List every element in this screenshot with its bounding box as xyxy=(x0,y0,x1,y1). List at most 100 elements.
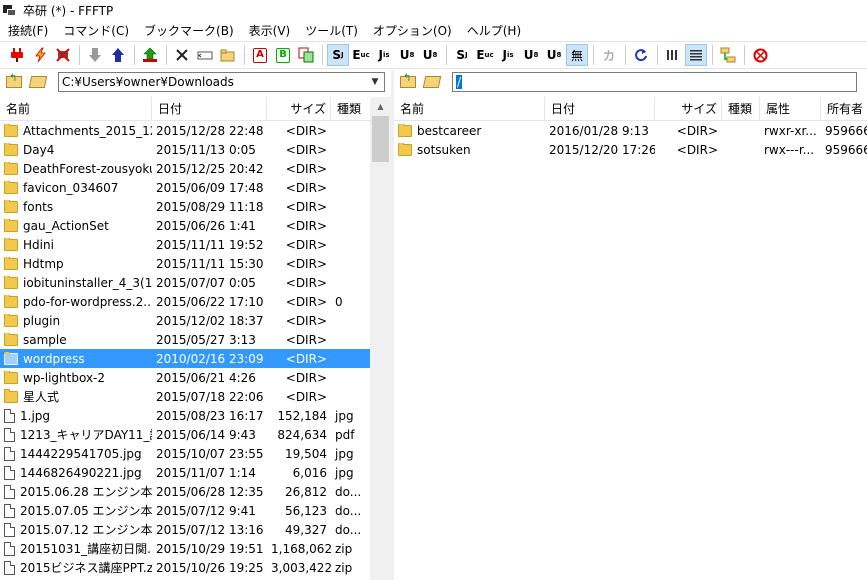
mirror-upload-button[interactable] xyxy=(139,44,161,66)
ascii-mode-button[interactable]: A xyxy=(249,44,271,66)
file-row[interactable]: 2015.06.28 エンジン本ブ... 2015/06/28 12:35 26,8… xyxy=(0,482,370,501)
menu-tools[interactable]: ツール(T) xyxy=(297,22,365,39)
remote-col-size[interactable]: サイズ xyxy=(655,97,722,120)
folder-row[interactable]: gau_ActionSet 2015/06/26 1:41 <DIR> xyxy=(0,216,370,235)
kana-convert-button[interactable]: カ xyxy=(598,44,620,66)
file-name: plugin xyxy=(23,313,61,328)
file-name-cell: Hdtmp xyxy=(0,256,152,271)
folder-row[interactable]: Hdtmp 2015/11/11 15:30 <DIR> xyxy=(0,254,370,273)
local-col-name[interactable]: 名前 xyxy=(0,97,152,120)
remote-kanji-jis-button[interactable]: Jis xyxy=(497,44,519,66)
local-kanji-utf8bom-button[interactable]: U8 xyxy=(419,44,441,66)
menu-help[interactable]: ヘルプ(H) xyxy=(459,22,528,39)
local-path-combobox[interactable]: C:¥Users¥owner¥Downloads ▼ xyxy=(58,72,385,92)
binary-mode-button[interactable]: B xyxy=(272,44,294,66)
connect-button[interactable] xyxy=(6,44,28,66)
remote-parent-folder-button[interactable] xyxy=(398,73,418,91)
folder-row[interactable]: bestcareer 2016/01/28 9:13 <DIR> rwxr-xr...… xyxy=(394,121,867,140)
local-parent-folder-button[interactable] xyxy=(4,73,24,91)
remote-col-date[interactable]: 日付 xyxy=(545,97,655,120)
remote-kanji-euc-button[interactable]: Euc xyxy=(474,44,496,66)
local-col-size[interactable]: サイズ xyxy=(267,97,331,120)
disconnect-button[interactable] xyxy=(52,44,74,66)
arrow-up-icon xyxy=(112,48,124,62)
local-kanji-euc-button[interactable]: Euc xyxy=(350,44,372,66)
remote-kanji-sjis-button[interactable]: SJ xyxy=(451,44,473,66)
file-row[interactable]: 1.jpg 2015/08/23 16:17 152,184 jpg xyxy=(0,406,370,425)
local-kanji-jis-button[interactable]: Jis xyxy=(373,44,395,66)
file-row[interactable]: 2015.07.05 エンジン本ブ... 2015/07/12 9:41 56,12… xyxy=(0,501,370,520)
folder-row[interactable]: DeathForest-zousyoku 2015/12/25 20:42 <DIR… xyxy=(0,159,370,178)
folder-row[interactable]: Day4 2015/11/13 0:05 <DIR> xyxy=(0,140,370,159)
remote-col-attr[interactable]: 属性 xyxy=(760,97,821,120)
folder-row[interactable]: fonts 2015/08/29 11:18 <DIR> xyxy=(0,197,370,216)
file-type: do... xyxy=(335,522,362,537)
folder-row[interactable]: sotsuken 2015/12/20 17:26 <DIR> rwx---r... 9… xyxy=(394,140,867,159)
upload-button[interactable] xyxy=(107,44,129,66)
folder-row[interactable]: 星人式 2015/07/18 22:06 <DIR> xyxy=(0,387,370,406)
remote-path-combobox[interactable]: / xyxy=(452,72,857,92)
local-file-list[interactable]: 名前 日付 サイズ 種類 Attachments_2015_12... 2015/… xyxy=(0,97,370,580)
folder-row[interactable]: sample 2015/05/27 3:13 <DIR> xyxy=(0,330,370,349)
local-kanji-sjis-button[interactable]: SJ xyxy=(327,44,349,66)
menu-connect[interactable]: 接続(F) xyxy=(0,22,55,39)
menu-bookmark[interactable]: ブックマーク(B) xyxy=(136,22,241,39)
details-view-icon xyxy=(690,50,702,61)
quick-connect-button[interactable] xyxy=(29,44,51,66)
refresh-button[interactable] xyxy=(630,44,652,66)
details-view-button[interactable] xyxy=(685,44,707,66)
sync-folder-button[interactable] xyxy=(717,44,739,66)
folder-row[interactable]: favicon_034607 2015/06/09 17:48 <DIR> xyxy=(0,178,370,197)
remote-col-type[interactable]: 種類 xyxy=(722,97,760,120)
scroll-thumb[interactable] xyxy=(372,116,389,162)
file-row[interactable]: 2015ビジネス講座PPT.zip 2015/10/26 19:25 3,003,4… xyxy=(0,558,370,577)
rename-button[interactable] xyxy=(194,44,216,66)
no-conversion-button[interactable]: 無 xyxy=(566,44,588,66)
file-size: <DIR> xyxy=(676,123,718,138)
auto-mode-icon xyxy=(298,47,314,63)
download-button[interactable] xyxy=(84,44,106,66)
folder-row[interactable]: Hdini 2015/11/11 19:52 <DIR> xyxy=(0,235,370,254)
folder-up-icon xyxy=(6,73,22,88)
file-row[interactable]: 1444229541705.jpg 2015/10/07 23:55 19,504 j… xyxy=(0,444,370,463)
toolbar-separator xyxy=(625,45,626,65)
auto-mode-button[interactable] xyxy=(295,44,317,66)
make-directory-button[interactable] xyxy=(217,44,239,66)
scroll-up-icon[interactable]: ▲ xyxy=(370,97,391,116)
local-open-folder-button[interactable] xyxy=(28,73,48,91)
delete-button[interactable] xyxy=(171,44,193,66)
remote-kanji-utf8bom-button[interactable]: U8 xyxy=(543,44,565,66)
local-scrollbar[interactable]: ▲ xyxy=(370,97,391,580)
folder-row[interactable]: wordpress 2010/02/16 23:09 <DIR> xyxy=(0,349,370,368)
file-size: <DIR> xyxy=(285,161,327,176)
folder-row[interactable]: plugin 2015/12/02 18:37 <DIR> xyxy=(0,311,370,330)
file-row[interactable]: 20151031_講座初日関... 2015/10/29 19:51 1,168,0… xyxy=(0,539,370,558)
folder-row[interactable]: wp-lightbox-2 2015/06/21 4:26 <DIR> xyxy=(0,368,370,387)
folder-row[interactable]: pdo-for-wordpress.2.... 2015/06/22 17:10 <… xyxy=(0,292,370,311)
file-date: 2015/10/07 23:55 xyxy=(156,446,264,461)
menu-options[interactable]: オプション(O) xyxy=(365,22,459,39)
remote-col-owner[interactable]: 所有者 xyxy=(821,97,867,120)
local-path-value: C:¥Users¥owner¥Downloads xyxy=(62,75,234,89)
file-row[interactable]: 1213_キャリアDAY11_議... 2015/06/14 9:43 824,63… xyxy=(0,425,370,444)
local-col-type[interactable]: 種類 xyxy=(331,97,370,120)
local-kanji-utf8-button[interactable]: U8 xyxy=(396,44,418,66)
stop-button[interactable] xyxy=(749,44,771,66)
local-col-date[interactable]: 日付 xyxy=(152,97,267,120)
file-type: jpg xyxy=(335,408,354,423)
remote-file-list[interactable]: 名前 日付 サイズ 種類 属性 所有者 bestcareer 2016/01/28… xyxy=(394,97,867,580)
remote-kanji-utf8-button[interactable]: U8 xyxy=(520,44,542,66)
folder-row[interactable]: Attachments_2015_12... 2015/12/28 22:48 <D… xyxy=(0,121,370,140)
menu-command[interactable]: コマンド(C) xyxy=(55,22,136,39)
file-date: 2015/08/29 11:18 xyxy=(156,199,264,214)
menu-view[interactable]: 表示(V) xyxy=(241,22,298,39)
utf8bom-label: U xyxy=(546,48,557,62)
file-row[interactable]: 1446826490221.jpg 2015/11/07 1:14 6,016 jpg xyxy=(0,463,370,482)
chevron-down-icon[interactable]: ▼ xyxy=(368,74,382,90)
remote-col-name[interactable]: 名前 xyxy=(394,97,545,120)
folder-row[interactable]: iobituninstaller_4_3(1) 2015/07/07 0:05 <D… xyxy=(0,273,370,292)
file-name: bestcareer xyxy=(417,123,482,138)
file-row[interactable]: 2015.07.12 エンジン本ブ... 2015/07/12 13:16 49,3… xyxy=(0,520,370,539)
remote-open-folder-button[interactable] xyxy=(422,73,442,91)
list-view-button[interactable] xyxy=(662,44,684,66)
